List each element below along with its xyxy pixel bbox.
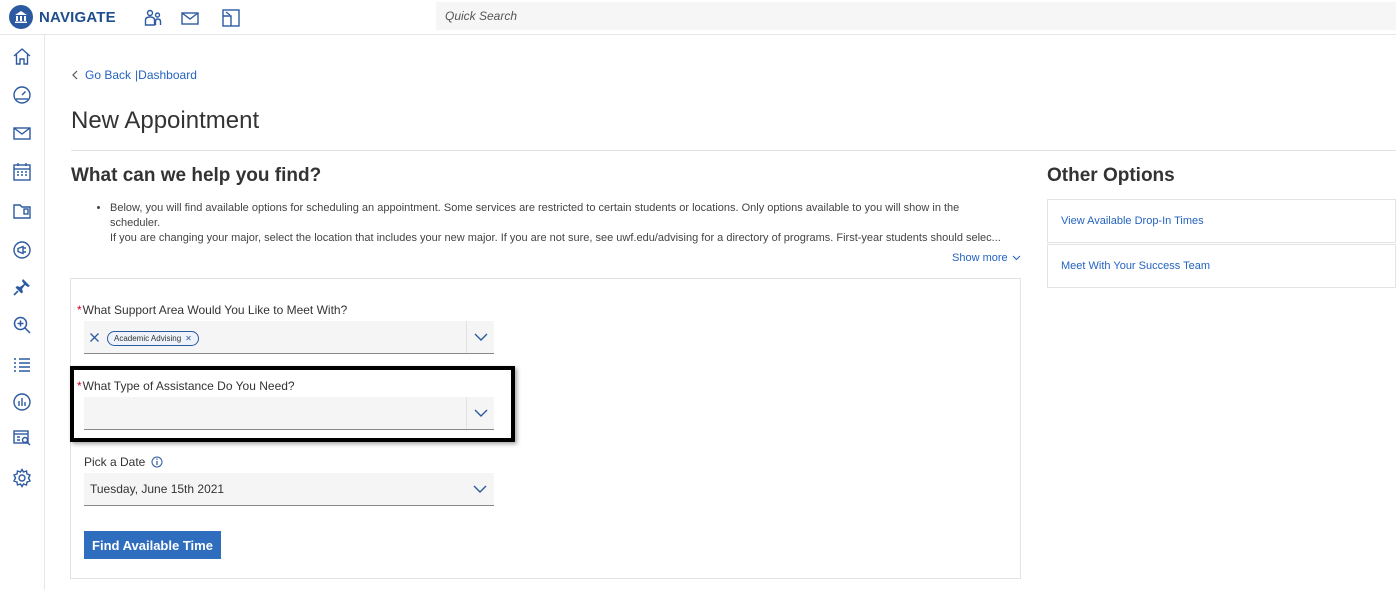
brand[interactable]: NAVIGATE: [9, 5, 116, 29]
date-value: Tuesday, June 15th 2021: [90, 482, 225, 496]
dashboard-icon[interactable]: [12, 85, 32, 105]
option-success-team[interactable]: Meet With Your Success Team: [1047, 244, 1396, 288]
dropdown-caret[interactable]: [466, 321, 494, 353]
divider: [71, 150, 1396, 151]
calendar-icon[interactable]: [12, 162, 32, 182]
go-back-link[interactable]: Go Back: [85, 68, 131, 82]
show-more-link[interactable]: Show more: [952, 252, 1021, 264]
navigate-logo-icon: [9, 5, 33, 29]
show-more-label: Show more: [952, 252, 1008, 264]
mail-icon[interactable]: [12, 123, 32, 143]
chevron-down-icon: [1012, 255, 1021, 261]
date-picker[interactable]: Tuesday, June 15th 2021: [84, 473, 494, 506]
chevron-down-icon: [473, 485, 487, 493]
settings-icon[interactable]: [12, 468, 32, 488]
chevron-down-icon: [474, 333, 487, 341]
pin-icon[interactable]: [12, 277, 32, 297]
selected-chip: Academic Advising ✕: [107, 331, 199, 346]
app-name: NAVIGATE: [39, 8, 116, 26]
help-bullet: Below, you will find available options f…: [110, 201, 1010, 231]
dropdown-caret[interactable]: [466, 473, 494, 505]
info-icon[interactable]: [151, 456, 163, 468]
top-bar: NAVIGATE: [0, 0, 1396, 35]
help-bullet: If you are changing your major, select t…: [110, 231, 1010, 246]
other-options-title: Other Options: [1047, 165, 1175, 186]
support-area-label: *What Support Area Would You Like to Mee…: [77, 303, 348, 317]
date-label: Pick a Date: [84, 455, 163, 469]
split-view-icon[interactable]: [221, 8, 241, 28]
list-icon[interactable]: [12, 355, 32, 375]
option-drop-in-times[interactable]: View Available Drop-In Times: [1047, 199, 1396, 243]
mail-icon[interactable]: [180, 8, 200, 28]
remove-chip-icon[interactable]: ✕: [185, 334, 192, 343]
home-icon[interactable]: [12, 47, 32, 67]
support-area-select[interactable]: Academic Advising ✕: [84, 321, 494, 354]
required-marker: *: [77, 303, 82, 317]
help-bullets: Below, you will find available options f…: [100, 201, 1010, 246]
clear-selection-icon[interactable]: [89, 330, 100, 348]
chip-label: Academic Advising: [114, 334, 182, 343]
students-icon[interactable]: [143, 8, 163, 28]
reports-icon[interactable]: [12, 428, 32, 448]
megaphone-icon[interactable]: [12, 240, 32, 260]
folder-icon[interactable]: [12, 201, 32, 221]
highlight-box: [70, 366, 515, 442]
breadcrumb-dashboard-link[interactable]: Dashboard: [138, 68, 197, 82]
breadcrumb: Go Back | Dashboard: [71, 68, 197, 82]
sidebar: [0, 35, 45, 590]
search-zoom-icon[interactable]: [12, 315, 32, 335]
chevron-left-icon: [72, 70, 78, 80]
analytics-icon[interactable]: [12, 392, 32, 412]
find-available-time-button[interactable]: Find Available Time: [84, 531, 221, 559]
page-title: New Appointment: [71, 107, 260, 134]
quick-search-input[interactable]: [436, 2, 1396, 30]
help-section-title: What can we help you find?: [71, 165, 322, 186]
